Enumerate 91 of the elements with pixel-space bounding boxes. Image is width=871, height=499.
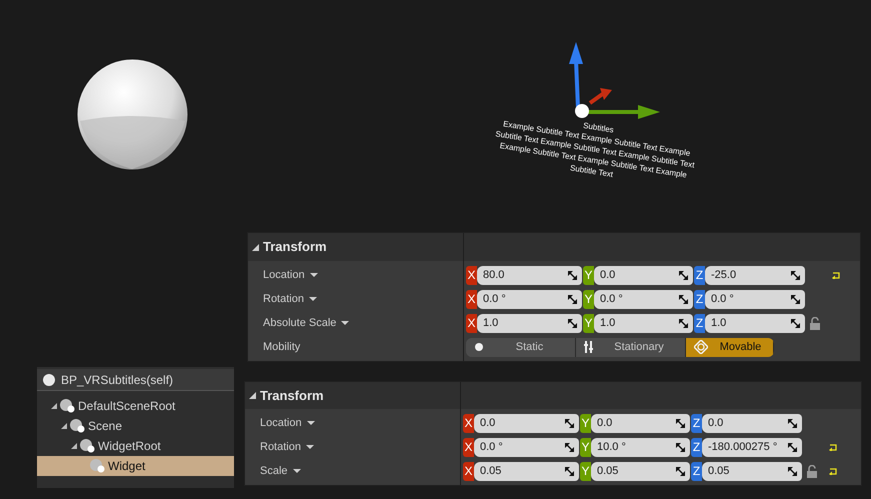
axis-label: X	[463, 414, 474, 432]
component-sphere-icon	[90, 459, 105, 473]
resize-arrow-icon	[679, 318, 688, 328]
resize-arrow-icon	[791, 318, 800, 328]
axis-label: Y	[583, 266, 594, 284]
property-label: Absolute Scale	[263, 316, 336, 331]
number-field[interactable]: 0.0 °	[705, 290, 805, 308]
tree-item[interactable]: DefaultSceneRoot	[37, 396, 234, 416]
resize-arrow-icon	[791, 270, 800, 280]
number-field[interactable]: -180.000275 °	[702, 438, 802, 456]
dropdown-caret-icon	[306, 421, 315, 425]
number-field[interactable]: 10.0 °	[591, 438, 690, 456]
axis-label: Z	[691, 462, 702, 480]
resize-arrow-icon	[788, 418, 797, 428]
axis-label: X	[466, 290, 477, 308]
resize-arrow-icon	[568, 318, 577, 328]
resize-arrow-icon	[676, 418, 685, 428]
component-root: BP_VRSubtitles(self)	[61, 372, 174, 388]
axis-label: Z	[691, 414, 702, 432]
axis-label: X	[466, 314, 477, 332]
reset-arrow-icon[interactable]	[832, 272, 840, 278]
resize-arrow-icon	[679, 294, 688, 304]
number-field[interactable]: 1.0	[594, 314, 693, 332]
lock-icon[interactable]	[807, 464, 817, 478]
number-field[interactable]: 0.0 °	[474, 438, 579, 456]
sphere-icon	[43, 374, 55, 386]
dropdown-caret-icon	[310, 273, 318, 277]
number-field[interactable]: 1.0	[477, 314, 582, 332]
section-title: Transform	[260, 386, 324, 405]
resize-arrow-icon	[676, 442, 685, 452]
resize-arrow-icon	[565, 418, 574, 428]
dropdown-caret-icon	[341, 321, 350, 325]
property-label: Location	[260, 416, 302, 431]
mobility-option[interactable]: Static	[466, 338, 576, 356]
resize-arrow-icon	[788, 466, 797, 476]
resize-arrow-icon	[679, 270, 688, 280]
number-field[interactable]: 0.05	[702, 462, 802, 480]
axis-label: Y	[580, 462, 591, 480]
property-label: Location	[263, 268, 305, 283]
dropdown-caret-icon	[308, 297, 317, 301]
number-field[interactable]: 0.05	[591, 462, 690, 480]
component-sphere-icon	[70, 419, 85, 433]
reset-arrow-icon[interactable]	[829, 444, 837, 450]
reset-arrow-icon[interactable]	[829, 468, 837, 474]
number-field[interactable]: 80.0	[477, 266, 582, 284]
resize-arrow-icon	[565, 442, 574, 452]
move-arrows-icon	[694, 340, 708, 354]
axis-label: Z	[694, 314, 705, 332]
property-label: Rotation	[260, 440, 301, 455]
resize-arrow-icon	[565, 466, 574, 476]
collapse-triangle-icon	[252, 244, 259, 250]
tree-item[interactable]: WidgetRoot	[37, 436, 234, 456]
property-label: Rotation	[263, 292, 304, 307]
axis-label: X	[466, 266, 477, 284]
axis-label: Z	[691, 438, 702, 456]
number-field[interactable]: 0.0 °	[477, 290, 582, 308]
resize-arrow-icon	[568, 294, 577, 304]
property-label: Scale	[260, 464, 288, 479]
number-field[interactable]: -25.0	[705, 266, 805, 284]
axis-label: Z	[694, 290, 705, 308]
resize-arrow-icon	[676, 466, 685, 476]
number-field[interactable]: 0.0	[702, 414, 802, 432]
component-sphere-icon	[60, 399, 75, 413]
static-dot-icon	[474, 342, 484, 352]
number-field[interactable]: 0.0 °	[594, 290, 693, 308]
tree-item[interactable]: Scene	[37, 416, 234, 436]
axis-label: Z	[694, 266, 705, 284]
axis-label: X	[463, 462, 474, 480]
lock-icon[interactable]	[810, 316, 820, 330]
section-title: Transform	[263, 238, 327, 256]
sliders-icon	[584, 341, 593, 353]
collapse-triangle-icon	[249, 392, 256, 399]
resize-arrow-icon	[568, 270, 577, 280]
dropdown-caret-icon	[306, 445, 314, 449]
component-sphere-icon	[80, 439, 95, 453]
number-field[interactable]: 0.05	[474, 462, 579, 480]
number-field[interactable]: 0.0	[591, 414, 690, 432]
resize-arrow-icon	[791, 294, 800, 304]
axis-label: X	[463, 438, 474, 456]
axis-label: Y	[583, 314, 594, 332]
resize-arrow-icon	[788, 442, 797, 452]
number-field[interactable]: 0.0	[594, 266, 693, 284]
axis-label: Y	[580, 414, 591, 432]
tree-item[interactable]: Widget	[37, 456, 234, 476]
property-label: Mobility	[263, 340, 300, 355]
axis-label: Y	[580, 438, 591, 456]
dropdown-caret-icon	[292, 469, 301, 473]
axis-label: Y	[583, 290, 594, 308]
number-field[interactable]: 0.0	[474, 414, 579, 432]
number-field[interactable]: 1.0	[705, 314, 805, 332]
mobility-option[interactable]: Movable	[686, 338, 774, 356]
